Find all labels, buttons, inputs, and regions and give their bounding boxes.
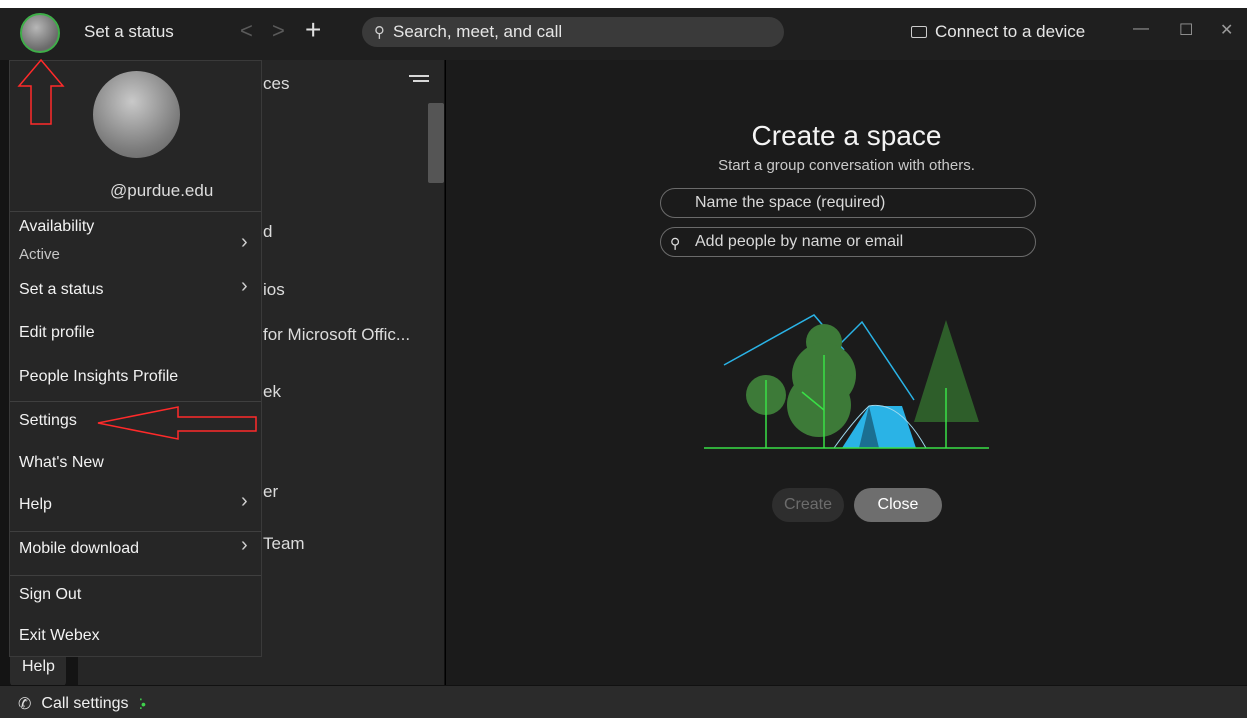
- menu-item-sign-out[interactable]: Sign Out: [19, 586, 81, 604]
- connect-device-label: Connect to a device: [935, 22, 1086, 41]
- set-status-button[interactable]: Set a status: [84, 22, 174, 42]
- list-scrollbar[interactable]: [428, 103, 444, 183]
- back-arrow-icon[interactable]: <: [240, 18, 253, 44]
- call-settings-label: Call settings: [41, 695, 129, 712]
- bottom-bar: ✆ Call settings ⁚•: [0, 685, 1247, 718]
- create-button[interactable]: Create: [772, 488, 844, 522]
- profile-avatar-button[interactable]: [20, 13, 60, 53]
- search-icon: ⚲: [374, 24, 385, 41]
- list-item[interactable]: ek: [263, 382, 281, 402]
- maximize-icon[interactable]: ☐: [1179, 20, 1193, 40]
- add-people-input[interactable]: [660, 227, 1036, 257]
- cast-icon: [911, 26, 927, 38]
- filter-icon[interactable]: [409, 72, 429, 90]
- space-name-input[interactable]: [660, 188, 1036, 218]
- chevron-right-icon: ›: [241, 231, 248, 253]
- create-space-subtitle: Start a group conversation with others.: [718, 157, 975, 174]
- availability-value: Active: [19, 246, 60, 263]
- create-space-panel: Create a space Start a group conversatio…: [446, 60, 1247, 685]
- list-item[interactable]: ios: [263, 280, 285, 300]
- search-bar[interactable]: ⚲ Search, meet, and call: [362, 17, 784, 47]
- minimize-icon[interactable]: —: [1133, 20, 1149, 38]
- create-space-title: Create a space: [751, 120, 942, 151]
- connect-device-button[interactable]: Connect to a device: [911, 22, 1085, 42]
- new-space-plus-icon[interactable]: +: [305, 14, 321, 46]
- menu-item-whats-new[interactable]: What's New: [19, 454, 104, 472]
- call-settings-button[interactable]: ✆ Call settings ⁚•: [18, 694, 147, 714]
- list-item[interactable]: d: [263, 222, 272, 242]
- chevron-right-icon: ›: [241, 490, 248, 512]
- phone-icon: ✆: [18, 696, 32, 713]
- profile-email: @purdue.edu: [110, 181, 214, 200]
- menu-divider: [10, 575, 261, 576]
- forward-arrow-icon[interactable]: >: [272, 18, 285, 44]
- menu-item-people-insights[interactable]: People Insights Profile: [19, 368, 178, 386]
- list-item[interactable]: for Microsoft Offic...: [263, 325, 410, 345]
- list-item[interactable]: Team: [263, 534, 305, 554]
- profile-menu: @purdue.edu Availability Active › Set a …: [9, 60, 262, 657]
- menu-item-edit-profile[interactable]: Edit profile: [19, 324, 95, 342]
- chevron-right-icon: ›: [241, 275, 248, 297]
- menu-item-exit-webex[interactable]: Exit Webex: [19, 627, 100, 645]
- menu-divider: [10, 211, 261, 212]
- menu-item-set-status[interactable]: Set a status: [19, 281, 104, 299]
- menu-item-availability[interactable]: Availability: [19, 218, 94, 236]
- chevron-right-icon: ›: [241, 534, 248, 556]
- list-item[interactable]: er: [263, 482, 278, 502]
- search-icon: ⚲: [670, 235, 681, 251]
- list-item[interactable]: ces: [263, 74, 289, 94]
- menu-item-help[interactable]: Help: [19, 496, 52, 514]
- connection-status-icon: ⁚•: [138, 695, 147, 712]
- camping-illustration: [704, 314, 989, 449]
- search-placeholder: Search, meet, and call: [393, 22, 563, 41]
- top-bar: Set a status < > + ⚲ Search, meet, and c…: [0, 0, 1247, 60]
- close-button[interactable]: Close: [854, 488, 942, 522]
- profile-menu-avatar: [93, 71, 180, 158]
- menu-item-mobile-download[interactable]: Mobile download: [19, 540, 139, 558]
- rail-help-button[interactable]: Help: [10, 652, 66, 686]
- menu-item-settings[interactable]: Settings: [19, 412, 77, 430]
- menu-divider: [10, 401, 261, 402]
- close-window-icon[interactable]: ✕: [1220, 20, 1233, 40]
- tent: [842, 406, 916, 448]
- menu-divider: [10, 531, 261, 532]
